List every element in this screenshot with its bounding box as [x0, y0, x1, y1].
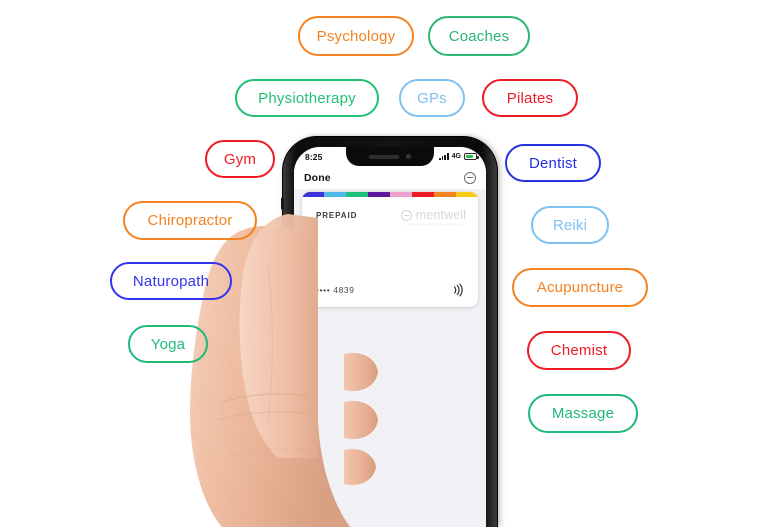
mentwell-logo-icon — [400, 209, 412, 221]
category-pill-label: Physiotherapy — [258, 89, 356, 107]
volume-up-button — [281, 227, 284, 251]
scene-root: 8:25 4G Done PREPAID mentwell quality ca… — [0, 0, 766, 527]
cellular-bars-icon — [439, 153, 449, 160]
category-pill-pilates[interactable]: Pilates — [482, 79, 578, 117]
category-pill-label: Psychology — [316, 27, 396, 45]
brand-tagline: quality care to you by when it all helps — [405, 223, 462, 226]
card-body: PREPAID mentwell quality care to you by … — [302, 197, 478, 307]
category-pill-acupuncture[interactable]: Acupuncture — [512, 268, 648, 307]
category-pill-label: Dentist — [528, 154, 578, 172]
card-masked-number: •••• 4839 — [316, 285, 355, 295]
category-pill-chiropractor[interactable]: Chiropractor — [123, 201, 257, 240]
category-pill-physiotherapy[interactable]: Physiotherapy — [235, 79, 379, 117]
phone-screen: 8:25 4G Done PREPAID mentwell quality ca… — [294, 147, 486, 527]
category-pill-gym[interactable]: Gym — [205, 140, 275, 178]
category-pill-label: GPs — [417, 89, 447, 107]
category-pill-massage[interactable]: Massage — [528, 394, 638, 433]
category-pill-chemist[interactable]: Chemist — [527, 331, 631, 370]
done-button[interactable]: Done — [304, 172, 331, 184]
nav-bar: Done — [294, 166, 486, 189]
contactless-payment-icon — [454, 283, 463, 297]
battery-icon — [464, 153, 479, 160]
category-pill-label: Reiki — [552, 216, 588, 234]
category-pill-coaches[interactable]: Coaches — [428, 16, 530, 56]
status-time: 8:25 — [305, 151, 323, 162]
category-pill-reiki[interactable]: Reiki — [531, 206, 609, 244]
category-pill-dentist[interactable]: Dentist — [505, 144, 601, 182]
payment-card[interactable]: PREPAID mentwell quality care to you by … — [302, 192, 478, 307]
thumb-crease — [267, 265, 274, 421]
volume-down-button — [281, 259, 284, 283]
category-pill-label: Coaches — [448, 27, 510, 45]
category-pill-psychology[interactable]: Psychology — [298, 16, 414, 56]
category-pill-label: Chiropractor — [147, 212, 233, 229]
status-indicators: 4G — [439, 153, 479, 160]
card-area: PREPAID mentwell quality care to you by … — [294, 189, 486, 307]
category-pill-label: Naturopath — [132, 272, 210, 290]
front-camera-icon — [406, 154, 411, 159]
brand-name: mentwell — [415, 208, 466, 222]
category-pill-gps[interactable]: GPs — [399, 79, 465, 117]
category-pill-yoga[interactable]: Yoga — [128, 325, 208, 363]
category-pill-label: Chemist — [550, 342, 608, 359]
category-pill-label: Massage — [551, 405, 615, 422]
circle-minus-icon[interactable] — [464, 171, 476, 184]
category-pill-label: Pilates — [506, 89, 554, 107]
phone-notch — [346, 147, 434, 166]
category-pill-label: Yoga — [150, 335, 186, 353]
earpiece-speaker — [369, 154, 399, 159]
category-pill-label: Acupuncture — [536, 279, 624, 296]
mute-switch — [281, 197, 284, 210]
network-label: 4G — [451, 153, 461, 160]
category-pill-naturopath[interactable]: Naturopath — [110, 262, 232, 300]
phone-mockup: 8:25 4G Done PREPAID mentwell quality ca… — [281, 137, 501, 527]
brand-lockup: mentwell quality care to you by when it … — [400, 208, 466, 226]
category-pill-label: Gym — [223, 150, 257, 168]
card-type-label: PREPAID — [316, 211, 358, 220]
